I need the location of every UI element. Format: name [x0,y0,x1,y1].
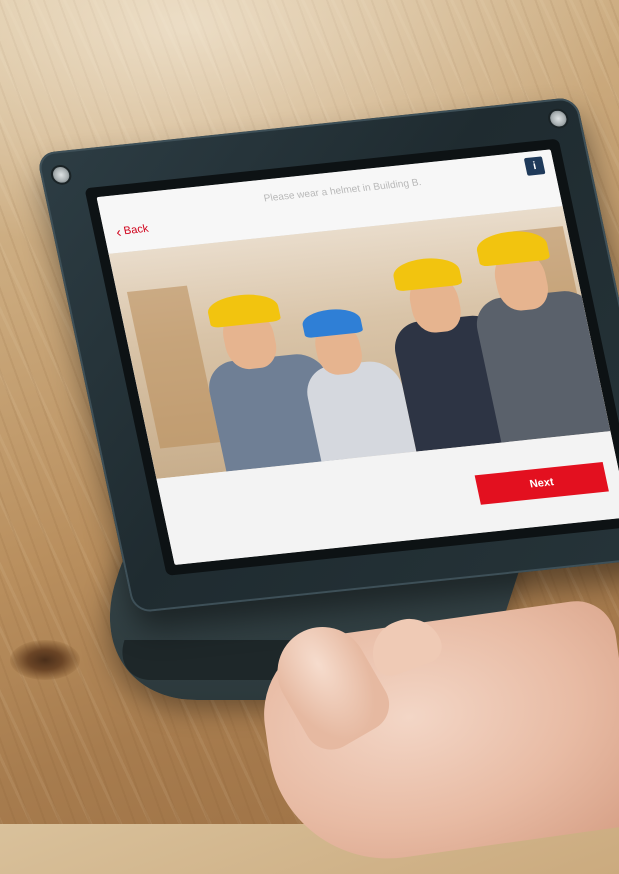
back-button[interactable]: ‹ Back [114,222,150,240]
back-button-label: Back [122,222,150,238]
info-button[interactable]: i [523,156,546,176]
tablet-screen: ‹ Back Please wear a helmet in Building … [96,149,619,565]
tablet-kiosk: ‹ Back Please wear a helmet in Building … [36,96,619,614]
safety-photo [108,206,611,479]
next-button[interactable]: Next [474,461,609,505]
wood-knot [10,640,80,680]
info-icon: i [531,160,538,173]
chevron-left-icon: ‹ [114,223,123,240]
